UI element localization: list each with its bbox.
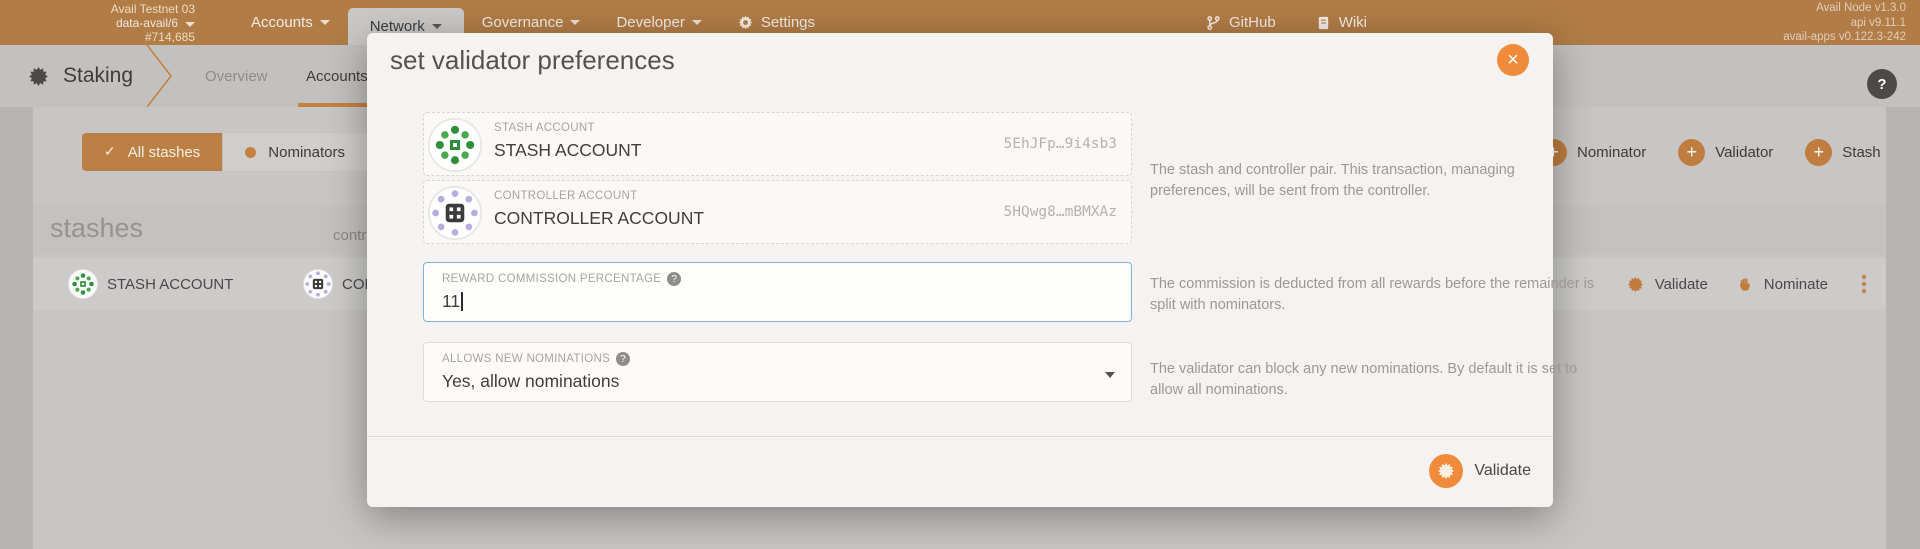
allows-nominations-dropdown[interactable]: ALLOWS NEW NOMINATIONS ? Yes, allow nomi… bbox=[423, 342, 1132, 402]
breadcrumb: Staking bbox=[28, 45, 133, 107]
commission-input-value: 11 bbox=[442, 291, 463, 312]
radio-dot-icon bbox=[245, 147, 256, 158]
add-stash-button[interactable]: + Stash bbox=[1805, 139, 1880, 166]
footer-divider bbox=[367, 436, 1553, 437]
filter-all-stashes[interactable]: ✓ All stashes bbox=[82, 133, 223, 171]
plus-icon: + bbox=[1678, 139, 1705, 166]
plus-icon: + bbox=[1805, 139, 1832, 166]
menu-label: Governance bbox=[482, 14, 564, 31]
validate-burst-icon bbox=[1429, 454, 1463, 488]
github-link[interactable]: GitHub bbox=[1206, 14, 1276, 31]
screen: Avail Testnet 03 data-avail/6 #714,685 A… bbox=[0, 0, 1920, 549]
row-validate-button[interactable]: Validate bbox=[1627, 276, 1708, 293]
field-label: CONTROLLER ACCOUNT bbox=[494, 190, 637, 202]
chevron-down-icon bbox=[570, 20, 580, 25]
table-title: stashes bbox=[50, 213, 143, 244]
chain-info[interactable]: Avail Testnet 03 data-avail/6 #714,685 bbox=[55, 2, 195, 44]
chevron-down-icon bbox=[692, 20, 702, 25]
check-icon: ✓ bbox=[104, 144, 116, 160]
validate-submit-button[interactable]: Validate bbox=[1429, 453, 1531, 489]
accounts-help-text: The stash and controller pair. This tran… bbox=[1150, 160, 1595, 202]
nominations-help-text: The validator can block any new nominati… bbox=[1150, 359, 1595, 401]
staking-icon bbox=[28, 66, 49, 87]
stash-identicon bbox=[68, 269, 98, 299]
tab-accounts[interactable]: Accounts bbox=[306, 45, 368, 107]
stash-address: 5EhJFp…9i4sb3 bbox=[1004, 136, 1118, 152]
controller-address: 5HQwg8…mBMXAz bbox=[1004, 204, 1118, 220]
field-label: ALLOWS NEW NOMINATIONS ? bbox=[442, 352, 630, 366]
toggle-label: All stashes bbox=[128, 144, 201, 161]
action-label: Nominate bbox=[1764, 276, 1828, 293]
button-label: Nominator bbox=[1577, 144, 1646, 161]
field-label: STASH ACCOUNT bbox=[494, 122, 595, 134]
tab-overview[interactable]: Overview bbox=[205, 45, 268, 107]
gear-icon bbox=[738, 15, 753, 30]
toggle-label: Nominators bbox=[268, 144, 345, 161]
active-tab-underline bbox=[298, 103, 370, 107]
modal-title: set validator preferences bbox=[390, 45, 675, 76]
stash-account-field: STASH ACCOUNT STASH ACCOUNT 5EhJFp…9i4sb… bbox=[423, 112, 1132, 176]
question-icon: ? bbox=[1877, 76, 1886, 93]
chevron-down-icon bbox=[432, 24, 442, 29]
help-tooltip-icon[interactable]: ? bbox=[616, 352, 630, 366]
hand-icon bbox=[1738, 276, 1753, 292]
menu-accounts[interactable]: Accounts bbox=[233, 0, 348, 45]
reward-commission-field[interactable]: REWARD COMMISSION PERCENTAGE ? 11 bbox=[423, 262, 1132, 322]
close-button[interactable]: × bbox=[1497, 44, 1529, 76]
menu-label: Developer bbox=[616, 14, 684, 31]
commission-help-text: The commission is deducted from all rewa… bbox=[1150, 274, 1595, 316]
menu-label: Settings bbox=[761, 14, 815, 31]
chain-name: Avail Testnet 03 bbox=[55, 2, 195, 16]
text-cursor bbox=[461, 292, 463, 311]
page-title: Staking bbox=[63, 64, 133, 88]
help-tooltip-icon[interactable]: ? bbox=[667, 272, 681, 286]
node-version-info: Avail Node v1.3.0 api v9.11.1 avail-apps… bbox=[1783, 1, 1906, 45]
block-number: #714,685 bbox=[55, 30, 195, 44]
controller-account-value: CONTROLLER ACCOUNT bbox=[494, 208, 704, 229]
menu-label: Accounts bbox=[251, 14, 313, 31]
wiki-link[interactable]: Wiki bbox=[1316, 14, 1367, 31]
chevron-down-icon bbox=[1105, 372, 1115, 378]
github-label: GitHub bbox=[1229, 14, 1276, 31]
row-nominate-button[interactable]: Nominate bbox=[1738, 276, 1828, 293]
action-label: Validate bbox=[1655, 276, 1708, 293]
row-actions: Validate Nominate bbox=[1627, 258, 1870, 310]
stash-account-value: STASH ACCOUNT bbox=[494, 140, 641, 161]
filter-nominators[interactable]: Nominators bbox=[223, 133, 368, 171]
node-name: Avail Node v1.3.0 bbox=[1783, 1, 1906, 16]
button-label: Validator bbox=[1715, 144, 1773, 161]
apps-version: avail-apps v0.122.3-242 bbox=[1783, 30, 1906, 45]
chevron-down-icon bbox=[320, 20, 330, 25]
chevron-down-icon bbox=[185, 22, 195, 27]
wiki-label: Wiki bbox=[1339, 14, 1367, 31]
add-validator-button[interactable]: + Validator bbox=[1678, 139, 1773, 166]
stash-account-name: STASH ACCOUNT bbox=[107, 276, 233, 293]
close-icon: × bbox=[1507, 49, 1519, 72]
button-label: Stash bbox=[1842, 144, 1880, 161]
book-icon bbox=[1316, 15, 1331, 31]
field-label: REWARD COMMISSION PERCENTAGE ? bbox=[442, 272, 681, 286]
validate-burst-icon bbox=[1627, 276, 1644, 293]
api-version: api v9.11.1 bbox=[1783, 16, 1906, 31]
row-menu-ellipsis-icon[interactable] bbox=[1858, 271, 1870, 297]
nominations-selected-value: Yes, allow nominations bbox=[442, 371, 619, 392]
set-validator-preferences-modal: set validator preferences × STASH ACCOUN… bbox=[367, 33, 1553, 507]
stash-identicon bbox=[428, 118, 482, 172]
breadcrumb-chevron-icon bbox=[145, 45, 175, 107]
controller-account-field: CONTROLLER ACCOUNT CONTROLLER ACCOUNT 5H… bbox=[423, 180, 1132, 244]
controller-identicon bbox=[303, 269, 333, 299]
stash-account-cell[interactable]: STASH ACCOUNT bbox=[68, 258, 233, 310]
help-button[interactable]: ? bbox=[1867, 69, 1897, 99]
git-branch-icon bbox=[1206, 15, 1221, 31]
controller-identicon bbox=[428, 186, 482, 240]
chain-spec: data-avail/6 bbox=[55, 16, 195, 30]
submit-label: Validate bbox=[1474, 462, 1531, 480]
